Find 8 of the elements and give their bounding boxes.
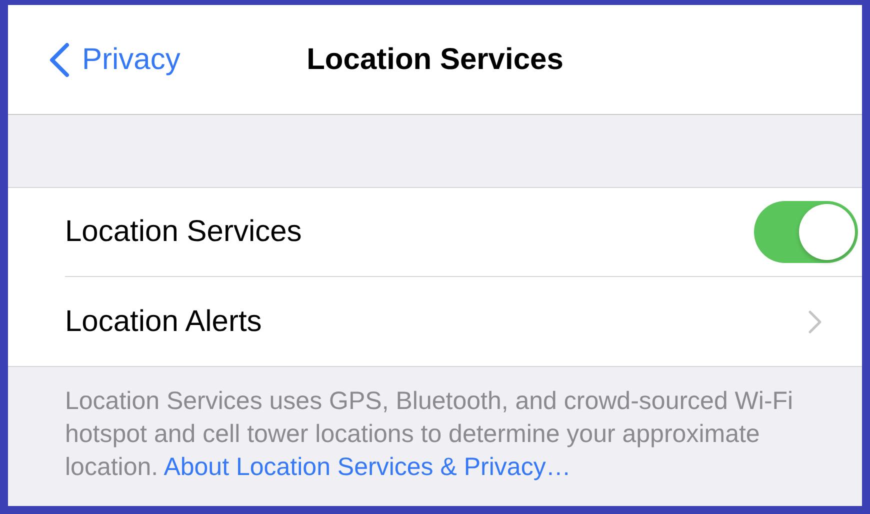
back-button[interactable]: Privacy [8, 42, 180, 78]
back-chevron-icon [48, 42, 70, 78]
setting-label: Location Alerts [65, 304, 262, 338]
setting-label: Location Services [65, 215, 302, 249]
chevron-icon [808, 310, 822, 334]
page-title: Location Services [306, 42, 564, 76]
footer-description: Location Services uses GPS, Bluetooth, and crowd-sourced Wi-Fi hotspot and cell tower locations to determine your approximate location. About Location Services & Privacy… [64, 386, 794, 483]
privacy-link[interactable]: About Location Services & Privacy… [164, 453, 571, 481]
